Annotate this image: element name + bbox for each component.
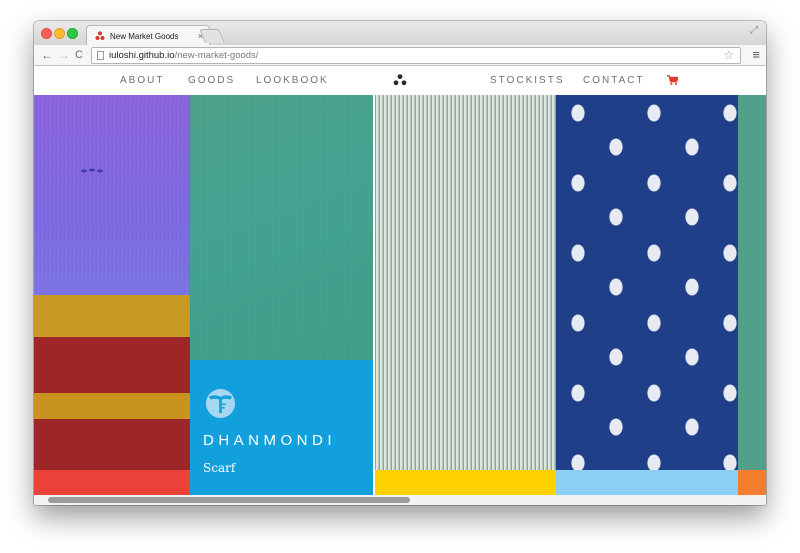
minimize-window-button[interactable] — [54, 28, 65, 39]
bookmark-star-icon[interactable]: ☆ — [723, 48, 734, 62]
page-icon — [97, 51, 104, 60]
leaf-badge-icon — [205, 388, 236, 419]
swatch-orange[interactable] — [738, 470, 766, 495]
fabric-panel-purple[interactable] — [34, 95, 190, 295]
fabric-panel-green-edge[interactable] — [738, 95, 766, 470]
product-feature-card[interactable]: DHANMONDI Scarf — [190, 360, 373, 495]
browser-toolbar: ← → C iuloshi.github.io/new-market-goods… — [34, 45, 766, 66]
nav-contact[interactable]: CONTACT — [583, 75, 645, 86]
close-window-button[interactable] — [41, 28, 52, 39]
fabric-panel-indigo-print[interactable] — [556, 95, 738, 470]
url-host: iuloshi.github.io — [109, 50, 175, 61]
forward-icon[interactable]: → — [58, 48, 70, 62]
swatch-red[interactable] — [34, 470, 190, 495]
site-favicon-icon — [95, 31, 105, 40]
fabric-panel-grey[interactable] — [375, 95, 556, 470]
browser-menu-icon[interactable]: ≡ — [752, 48, 760, 62]
three-dots-logo-icon[interactable] — [393, 74, 407, 86]
nav-lookbook[interactable]: LOOKBOOK — [256, 75, 329, 86]
reload-icon[interactable]: C — [75, 48, 83, 62]
shopping-cart-icon[interactable] — [667, 75, 678, 85]
swatch-yellow[interactable] — [375, 470, 556, 495]
address-bar[interactable]: iuloshi.github.io/new-market-goods/ ☆ — [91, 47, 741, 64]
fullscreen-icon[interactable]: ⤢ — [750, 25, 758, 36]
url-text: iuloshi.github.io/new-market-goods/ — [109, 50, 258, 61]
nav-about[interactable]: ABOUT — [120, 75, 164, 86]
zoom-window-button[interactable] — [67, 28, 78, 39]
nav-stockists[interactable]: STOCKISTS — [490, 75, 565, 86]
url-path: /new-market-goods/ — [174, 50, 259, 61]
tab-title: New Market Goods — [110, 31, 179, 41]
hero-fabric-grid: DHANMONDI Scarf — [34, 95, 766, 495]
new-tab-button[interactable] — [199, 29, 225, 43]
browser-window: New Market Goods × ⤢ ← → C iuloshi.githu… — [34, 21, 766, 505]
tab-strip: New Market Goods × ⤢ — [34, 21, 766, 46]
scrollbar-thumb[interactable] — [48, 497, 410, 503]
back-icon[interactable]: ← — [41, 48, 53, 62]
fabric-panel-green[interactable] — [190, 95, 373, 360]
horizontal-scrollbar[interactable] — [34, 495, 766, 505]
product-subtitle: Scarf — [203, 461, 236, 475]
fabric-panel-stripes[interactable] — [34, 295, 190, 470]
site-nav: ABOUT GOODS LOOKBOOK STOCKISTS CONTACT — [34, 67, 766, 95]
product-title: DHANMONDI — [203, 432, 336, 449]
browser-tab[interactable]: New Market Goods × — [86, 25, 210, 46]
nav-goods[interactable]: GOODS — [188, 75, 235, 86]
swatch-light-blue[interactable] — [556, 470, 738, 495]
